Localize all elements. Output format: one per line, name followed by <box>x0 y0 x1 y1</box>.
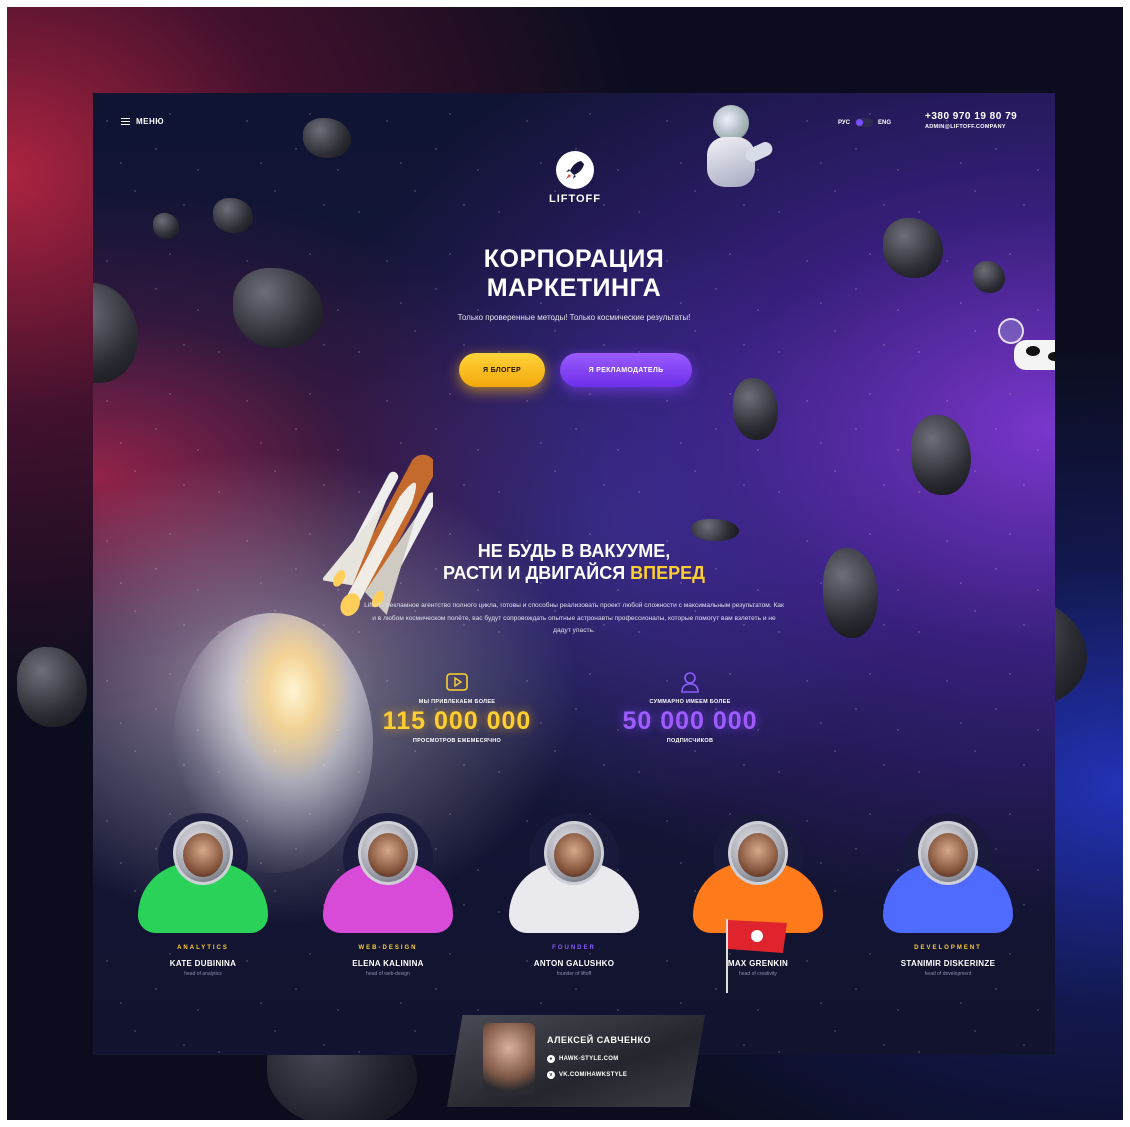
advertiser-button[interactable]: Я РЕКЛАМОДАТЕЛЬ <box>560 353 692 387</box>
member-name: STANIMIR DISKERINZE <box>900 959 996 968</box>
globe-icon: ● <box>547 1055 555 1063</box>
floating-astronaut <box>693 105 775 205</box>
presentation-backdrop: МЕНЮ РУС ENG +380 970 19 80 79 ADMIN@LIF… <box>7 7 1123 1120</box>
member-title: head of analytics <box>184 971 222 977</box>
about-description: Liftoff - рекламное агентство полного ци… <box>364 602 784 634</box>
contact-block: +380 970 19 80 79 ADMIN@LIFTOFF.COMPANY <box>925 111 1017 130</box>
about-title-line2: РАСТИ И ДВИГАЙСЯ ВПЕРЕД <box>374 562 774 584</box>
red-flag-icon <box>726 919 787 993</box>
language-toggle[interactable] <box>855 118 873 127</box>
vk-icon: v <box>547 1071 555 1079</box>
stat-label: СУММАРНО ИМЕЕМ БОЛЕЕ <box>649 699 731 705</box>
author-name: АЛЕКСЕЙ САВЧЕНКО <box>547 1035 652 1045</box>
hero-title-line2: МАРКЕТИНГА <box>486 274 662 302</box>
member-name: ANTON GALUSHKO <box>533 959 615 968</box>
asteroid <box>691 519 739 541</box>
member-title: head of development <box>924 971 972 977</box>
lang-ru[interactable]: РУС <box>838 120 850 126</box>
author-badge: АЛЕКСЕЙ САВЧЕНКО ● HAWK-STYLE.COM v VK.C… <box>447 1015 705 1107</box>
author-vk-link[interactable]: v VK.COM/HAWKSTYLE <box>547 1071 627 1079</box>
author-vk: VK.COM/HAWKSTYLE <box>559 1072 628 1078</box>
language-switcher[interactable]: РУС ENG <box>838 118 891 127</box>
author-avatar <box>483 1023 535 1095</box>
hero-subtitle: Только проверенные методы! Только космич… <box>457 313 691 322</box>
blogger-button[interactable]: Я БЛОГЕР <box>459 353 545 387</box>
about-title-highlight: ВПЕРЕД <box>630 563 705 583</box>
member-title: founder of liftoff <box>556 971 592 977</box>
landing-page: МЕНЮ РУС ENG +380 970 19 80 79 ADMIN@LIF… <box>93 93 1055 1055</box>
stat-value: 50 000 000 <box>622 707 758 735</box>
asteroid <box>303 118 351 158</box>
space-cow <box>998 318 1055 393</box>
menu-button[interactable]: МЕНЮ <box>121 117 164 126</box>
astronaut-avatar <box>313 813 463 953</box>
astronaut-avatar <box>873 813 1023 953</box>
hero-title: КОРПОРАЦИЯ МАРКЕТИНГА <box>374 245 774 303</box>
about-title-prefix: РАСТИ И ДВИГАЙСЯ <box>443 563 631 583</box>
asteroid <box>153 213 179 239</box>
about-title-line1: НЕ БУДЬ В ВАКУУМЕ, <box>477 541 671 561</box>
team-member-card[interactable]: WEB-DESIGN ELENA KALININA head of web-de… <box>303 813 473 977</box>
logo[interactable]: LIFTOFF <box>530 151 620 205</box>
lang-en[interactable]: ENG <box>878 120 891 126</box>
member-name: ELENA KALININA <box>352 959 424 968</box>
astronaut-avatar <box>128 813 278 953</box>
member-name: KATE DUBININA <box>169 959 237 968</box>
hamburger-icon <box>121 118 130 125</box>
stat-views: МЫ ПРИВЛЕКАЕМ БОЛЕЕ 115 000 000 ПРОСМОТР… <box>357 673 557 744</box>
member-title: head of web-design <box>366 971 410 977</box>
email-link[interactable]: ADMIN@LIFTOFF.COMPANY <box>925 124 1017 130</box>
asteroid <box>973 261 1005 293</box>
asteroid <box>213 198 253 233</box>
hero-title-line1: КОРПОРАЦИЯ <box>483 245 665 273</box>
stat-caption: ПОДПИСЧИКОВ <box>666 738 714 744</box>
author-site: HAWK-STYLE.COM <box>559 1056 619 1062</box>
stat-value: 115 000 000 <box>382 707 532 735</box>
astronaut-avatar <box>499 813 649 953</box>
logo-text: LIFTOFF <box>548 193 601 205</box>
rocket-logo-icon <box>556 151 594 189</box>
team-member-card[interactable]: FOUNDER ANTON GALUSHKO founder of liftof… <box>489 813 659 977</box>
stat-caption: ПРОСМОТРОВ ЕЖЕМЕСЯЧНО <box>412 738 502 744</box>
asteroid <box>17 647 87 727</box>
phone-link[interactable]: +380 970 19 80 79 <box>925 111 1017 122</box>
team-member-card[interactable]: ANALYTICS KATE DUBININA head of analytic… <box>118 813 288 977</box>
menu-label: МЕНЮ <box>136 117 165 126</box>
team-member-card[interactable]: DEVELOPMENT STANIMIR DISKERINZE head of … <box>863 813 1033 977</box>
play-icon <box>446 673 468 691</box>
about-title: НЕ БУДЬ В ВАКУУМЕ, РАСТИ И ДВИГАЙСЯ ВПЕР… <box>374 540 774 584</box>
stat-subscribers: СУММАРНО ИМЕЕМ БОЛЕЕ 50 000 000 ПОДПИСЧИ… <box>590 672 790 744</box>
author-site-link[interactable]: ● HAWK-STYLE.COM <box>547 1055 619 1063</box>
stat-label: МЫ ПРИВЛЕКАЕМ БОЛЕЕ <box>418 699 496 705</box>
user-icon <box>679 672 701 693</box>
